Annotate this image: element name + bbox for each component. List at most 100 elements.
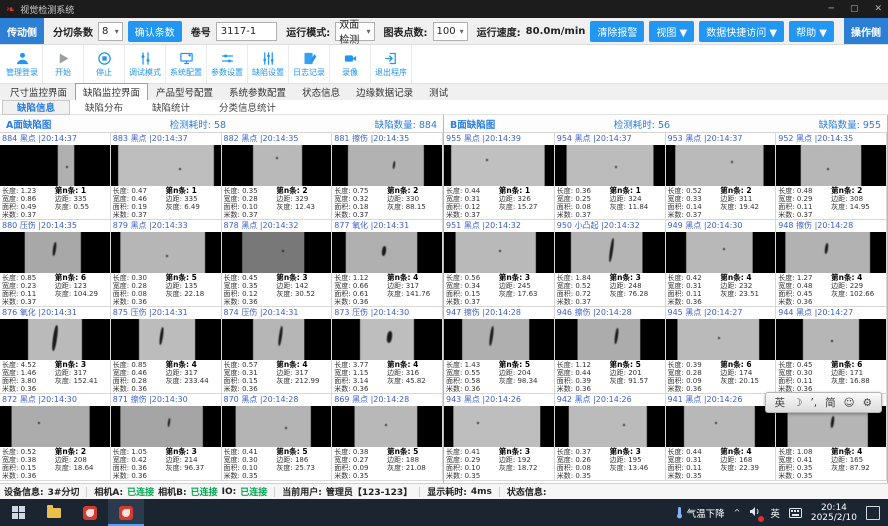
defect-cell[interactable]: 954 黑点 |20:14:37 长度: 0.36宽度: 0.25面积: 0.0… xyxy=(555,133,666,220)
defect-cell[interactable]: 872 黑点 |20:14:30 长度: 0.52宽度: 0.38面积: 0.1… xyxy=(0,394,111,481)
defect-cell[interactable]: 877 氧化 |20:14:31 长度: 1.12宽度: 0.66面积: 0.6… xyxy=(332,220,443,307)
defect-cell[interactable]: 871 擦伤 |20:14:30 长度: 1.05宽度: 0.42面积: 0.3… xyxy=(111,394,222,481)
confirm-count-button[interactable]: 确认条数 xyxy=(128,21,182,42)
defect-info: 长度: 0.42宽度: 0.31面积: 0.11米数: 0.36 第n条: 4边… xyxy=(666,273,776,306)
chart-points-select[interactable]: 100 xyxy=(433,22,468,41)
toolbar-button-log[interactable]: 日志记录 xyxy=(289,45,330,83)
tray-expand-chevron[interactable]: ^ xyxy=(734,508,741,517)
main-tab-0[interactable]: 尺寸监控界面 xyxy=(2,83,75,100)
main-tab-4[interactable]: 状态信息 xyxy=(294,83,348,100)
toolbar-button-exit[interactable]: 退出程序 xyxy=(371,45,412,83)
sub-tab-2[interactable]: 缺陷统计 xyxy=(138,101,204,114)
volume-tray-icon[interactable] xyxy=(749,506,761,520)
defect-cell[interactable]: 946 擦伤 |20:14:28 长度: 1.12宽度: 0.44面积: 0.3… xyxy=(555,307,666,394)
ime-lang-toggle[interactable]: 英 xyxy=(775,395,786,410)
defect-metric: 第n条: 4 xyxy=(387,361,440,369)
main-tab-6[interactable]: 测试 xyxy=(421,83,456,100)
slit-count-select[interactable]: 8 xyxy=(98,22,123,41)
defect-cell[interactable]: 881 擦伤 |20:14:35 长度: 0.75宽度: 0.32面积: 0.1… xyxy=(332,133,443,220)
taskbar-clock[interactable]: 20:14 2025/2/10 xyxy=(811,503,857,523)
operate-side-button[interactable]: 操作侧 xyxy=(844,18,888,44)
run-speed-label: 运行速度: xyxy=(477,24,521,39)
action-center-icon[interactable] xyxy=(866,506,880,520)
toolbar-button-stop[interactable]: 停止 xyxy=(84,45,125,83)
defect-cell[interactable]: 884 黑点 |20:14:37 长度: 1.23宽度: 0.86面积: 0.4… xyxy=(0,133,111,220)
defect-cell[interactable]: 949 黑点 |20:14:30 长度: 0.42宽度: 0.31面积: 0.1… xyxy=(666,220,777,307)
maximize-button[interactable]: ▢ xyxy=(850,4,859,14)
panel-header: B面缺陷图 检测耗时: 56 缺陷数量: 955 xyxy=(444,115,887,133)
toolbar-button-monitor[interactable]: 系统配置 xyxy=(166,45,207,83)
main-tab-1[interactable]: 缺陷监控界面 xyxy=(75,83,148,100)
sub-tab-0[interactable]: 缺陷信息 xyxy=(2,100,70,115)
status-bar: 设备信息: 3#分切 相机A: 已连接 相机B: 已连接 IO: 已连接 当前用… xyxy=(0,483,888,499)
view-menu-button[interactable]: 视图 ▼ xyxy=(649,21,694,42)
ime-emoji-icon[interactable]: ☺ xyxy=(844,397,855,409)
defect-cell[interactable]: 869 黑点 |20:14:28 长度: 0.38宽度: 0.27面积: 0.0… xyxy=(332,394,443,481)
defect-mark xyxy=(499,250,501,252)
defect-cell[interactable]: 941 黑点 |20:14:26 长度: 0.44宽度: 0.31面积: 0.1… xyxy=(666,394,777,481)
defect-cell[interactable]: 945 黑点 |20:14:27 长度: 0.39宽度: 0.28面积: 0.0… xyxy=(666,307,777,394)
defect-cell[interactable]: 878 黑点 |20:14:32 长度: 0.45宽度: 0.35面积: 0.1… xyxy=(222,220,333,307)
main-tab-3[interactable]: 系统参数配置 xyxy=(221,83,294,100)
ime-settings-gear-icon[interactable]: ⚙ xyxy=(863,397,872,409)
ime-language-indicator[interactable]: 英 xyxy=(770,506,780,520)
toolbar-button-defect-settings[interactable]: 缺陷设置 xyxy=(248,45,289,83)
defect-image xyxy=(776,145,886,186)
main-tab-5[interactable]: 边缘数据记录 xyxy=(348,83,421,100)
ime-simplified-toggle[interactable]: 简 xyxy=(825,395,836,410)
defect-metric: 宽度: 0.31 xyxy=(668,282,721,290)
toolbar-button-camera[interactable]: 录像 xyxy=(330,45,371,83)
defect-metric: 面积: 0.18 xyxy=(334,203,387,211)
defect-cell[interactable]: 947 擦伤 |20:14:28 长度: 1.43宽度: 0.55面积: 0.5… xyxy=(444,307,555,394)
quick-data-menu-button[interactable]: 数据快捷访问 ▼ xyxy=(699,21,784,42)
defect-cell[interactable]: 880 压伤 |20:14:35 长度: 0.85宽度: 0.23面积: 0.1… xyxy=(0,220,111,307)
defect-info: 长度: 0.45宽度: 0.35面积: 0.12米数: 0.36 第n条: 3边… xyxy=(222,273,332,306)
defect-cell[interactable]: 950 小凸起 |20:14:32 长度: 1.84宽度: 0.52面积: 0.… xyxy=(555,220,666,307)
defect-cell[interactable]: 879 黑点 |20:14:33 长度: 0.30宽度: 0.28面积: 0.0… xyxy=(111,220,222,307)
roll-number-input[interactable]: 3117-1 xyxy=(216,22,277,41)
defect-cell[interactable]: 943 黑点 |20:14:26 长度: 0.41宽度: 0.29面积: 0.1… xyxy=(444,394,555,481)
ime-punctuation-toggle[interactable]: ’, xyxy=(810,397,817,409)
panel-title: A面缺陷图 xyxy=(6,117,170,131)
defect-cell[interactable]: 952 黑点 |20:14:35 长度: 0.48宽度: 0.29面积: 0.1… xyxy=(776,133,887,220)
help-menu-button[interactable]: 帮助 ▼ xyxy=(789,21,834,42)
defect-cell[interactable]: 870 黑点 |20:14:28 长度: 0.41宽度: 0.30面积: 0.1… xyxy=(222,394,333,481)
close-button[interactable]: ✕ xyxy=(874,4,882,14)
weather-widget[interactable]: 气温下降 xyxy=(675,506,725,520)
defect-info: 长度: 3.77宽度: 1.15面积: 3.14米数: 0.36 第n条: 4边… xyxy=(332,360,442,393)
defect-cell[interactable]: 883 黑点 |20:14:37 长度: 0.47宽度: 0.46面积: 0.1… xyxy=(111,133,222,220)
defect-metric: 长度: 0.39 xyxy=(668,361,721,369)
drive-side-button[interactable]: 传动侧 xyxy=(0,18,44,44)
defect-metric: 长度: 0.30 xyxy=(113,274,166,282)
toolbar-button-play[interactable]: 开始 xyxy=(43,45,84,83)
keyboard-icon[interactable] xyxy=(789,508,802,518)
defect-cell[interactable]: 875 压伤 |20:14:31 长度: 0.85宽度: 0.46面积: 0.2… xyxy=(111,307,222,394)
defect-cell[interactable]: 951 黑点 |20:14:32 长度: 0.56宽度: 0.34面积: 0.1… xyxy=(444,220,555,307)
sub-tab-3[interactable]: 分类信息统计 xyxy=(205,101,290,114)
defect-metric: 面积: 0.35 xyxy=(778,464,831,472)
sub-tab-1[interactable]: 缺陷分布 xyxy=(71,101,137,114)
defect-metric: 灰度: 18.64 xyxy=(55,464,108,472)
toolbar-button-tune[interactable]: 调试模式 xyxy=(125,45,166,83)
defect-image xyxy=(666,145,776,186)
run-mode-select[interactable]: 双面检测 xyxy=(335,22,374,41)
defect-cell[interactable]: 876 氧化 |20:14:31 长度: 4.52宽度: 1.46面积: 3.8… xyxy=(0,307,111,394)
ime-halfwidth-moon-icon[interactable]: ☽ xyxy=(793,397,802,409)
clear-alarm-button[interactable]: 清除报警 xyxy=(590,21,644,42)
defect-metric: 宽度: 0.23 xyxy=(2,282,55,290)
defect-cell[interactable]: 942 黑点 |20:14:26 长度: 0.37宽度: 0.26面积: 0.0… xyxy=(555,394,666,481)
defect-cell[interactable]: 873 压伤 |20:14:30 长度: 3.77宽度: 1.15面积: 3.1… xyxy=(332,307,443,394)
defect-cell[interactable]: 955 黑点 |20:14:39 长度: 0.44宽度: 0.31面积: 0.1… xyxy=(444,133,555,220)
main-tab-2[interactable]: 产品型号配置 xyxy=(148,83,221,100)
minimize-button[interactable]: ─ xyxy=(829,4,834,14)
defect-cell-header: 876 氧化 |20:14:31 xyxy=(0,307,110,319)
defect-cell[interactable]: 874 压伤 |20:14:31 长度: 0.57宽度: 0.31面积: 0.1… xyxy=(222,307,333,394)
toolbar-button-params[interactable]: 参数设置 xyxy=(207,45,248,83)
defect-metric: 宽度: 0.46 xyxy=(113,195,166,203)
defect-cell[interactable]: 953 黑点 |20:14:37 长度: 0.52宽度: 0.33面积: 0.1… xyxy=(666,133,777,220)
defect-metric: 米数: 0.36 xyxy=(2,472,55,480)
defect-cell[interactable]: 944 黑点 |20:14:27 长度: 0.45宽度: 0.30面积: 0.1… xyxy=(776,307,887,394)
defect-cell[interactable]: 948 擦伤 |20:14:28 长度: 1.27宽度: 0.48面积: 0.4… xyxy=(776,220,887,307)
defect-cell[interactable]: 882 黑点 |20:14:35 长度: 0.35宽度: 0.28面积: 0.1… xyxy=(222,133,333,220)
toolbar-button-user[interactable]: 管理登录 xyxy=(2,45,43,83)
